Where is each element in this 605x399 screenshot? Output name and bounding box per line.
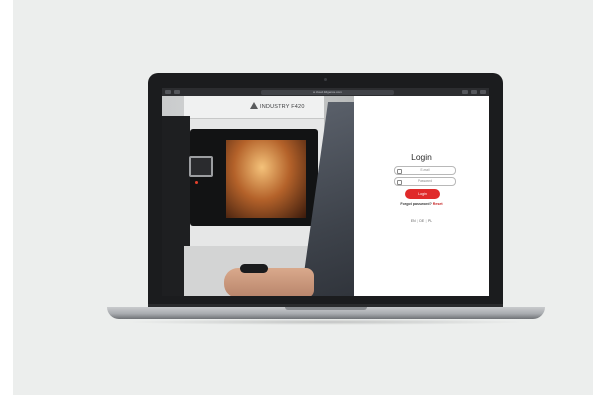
laptop-screen: ● cloud.3dgence.com INDUSTRY F420 Login … xyxy=(162,88,489,296)
extension-icon[interactable] xyxy=(462,90,468,94)
email-placeholder: E-mail xyxy=(420,168,430,172)
login-title: Login xyxy=(411,152,432,162)
camera-dot xyxy=(324,78,327,81)
password-field[interactable]: Password xyxy=(394,177,456,186)
reset-link[interactable]: Reset xyxy=(433,202,443,206)
status-led xyxy=(195,181,198,184)
laptop-lid: ● cloud.3dgence.com INDUSTRY F420 Login … xyxy=(148,73,503,306)
brand-logo-icon xyxy=(250,102,258,109)
lang-de[interactable]: DE xyxy=(419,219,424,223)
laptop-notch xyxy=(285,307,367,310)
forgot-password-row: Forgot password? Reset xyxy=(354,202,489,206)
forward-button[interactable] xyxy=(174,90,180,94)
login-panel: Login E-mail Password Login Forgot passw… xyxy=(354,96,489,296)
browser-toolbar: ● cloud.3dgence.com xyxy=(162,88,489,96)
browser-actions xyxy=(462,90,486,94)
login-button[interactable]: Login xyxy=(405,189,440,199)
laptop-shadow xyxy=(123,319,529,325)
person-hand xyxy=(224,268,314,296)
back-button[interactable] xyxy=(165,90,171,94)
lang-separator: | xyxy=(417,219,418,223)
menu-icon[interactable] xyxy=(480,90,486,94)
printer-model: INDUSTRY F420 xyxy=(260,104,305,110)
address-bar[interactable]: ● cloud.3dgence.com xyxy=(261,89,394,95)
hero-photo: INDUSTRY F420 xyxy=(162,96,354,296)
language-switcher: EN | DE | PL xyxy=(354,219,489,223)
lang-separator: | xyxy=(425,219,427,223)
lang-en[interactable]: EN xyxy=(411,219,416,223)
new-tab-icon[interactable] xyxy=(471,90,477,94)
printer-display xyxy=(189,156,213,177)
password-placeholder: Password xyxy=(418,179,432,183)
forgot-password-text: Forgot password? xyxy=(400,202,432,206)
computer-mouse xyxy=(240,264,268,273)
email-field[interactable]: E-mail xyxy=(394,166,456,175)
lang-pl[interactable]: PL xyxy=(428,219,432,223)
printer-brand: INDUSTRY F420 xyxy=(260,104,305,110)
mockup-stage: ● cloud.3dgence.com INDUSTRY F420 Login … xyxy=(13,0,593,395)
print-chamber xyxy=(226,140,306,218)
